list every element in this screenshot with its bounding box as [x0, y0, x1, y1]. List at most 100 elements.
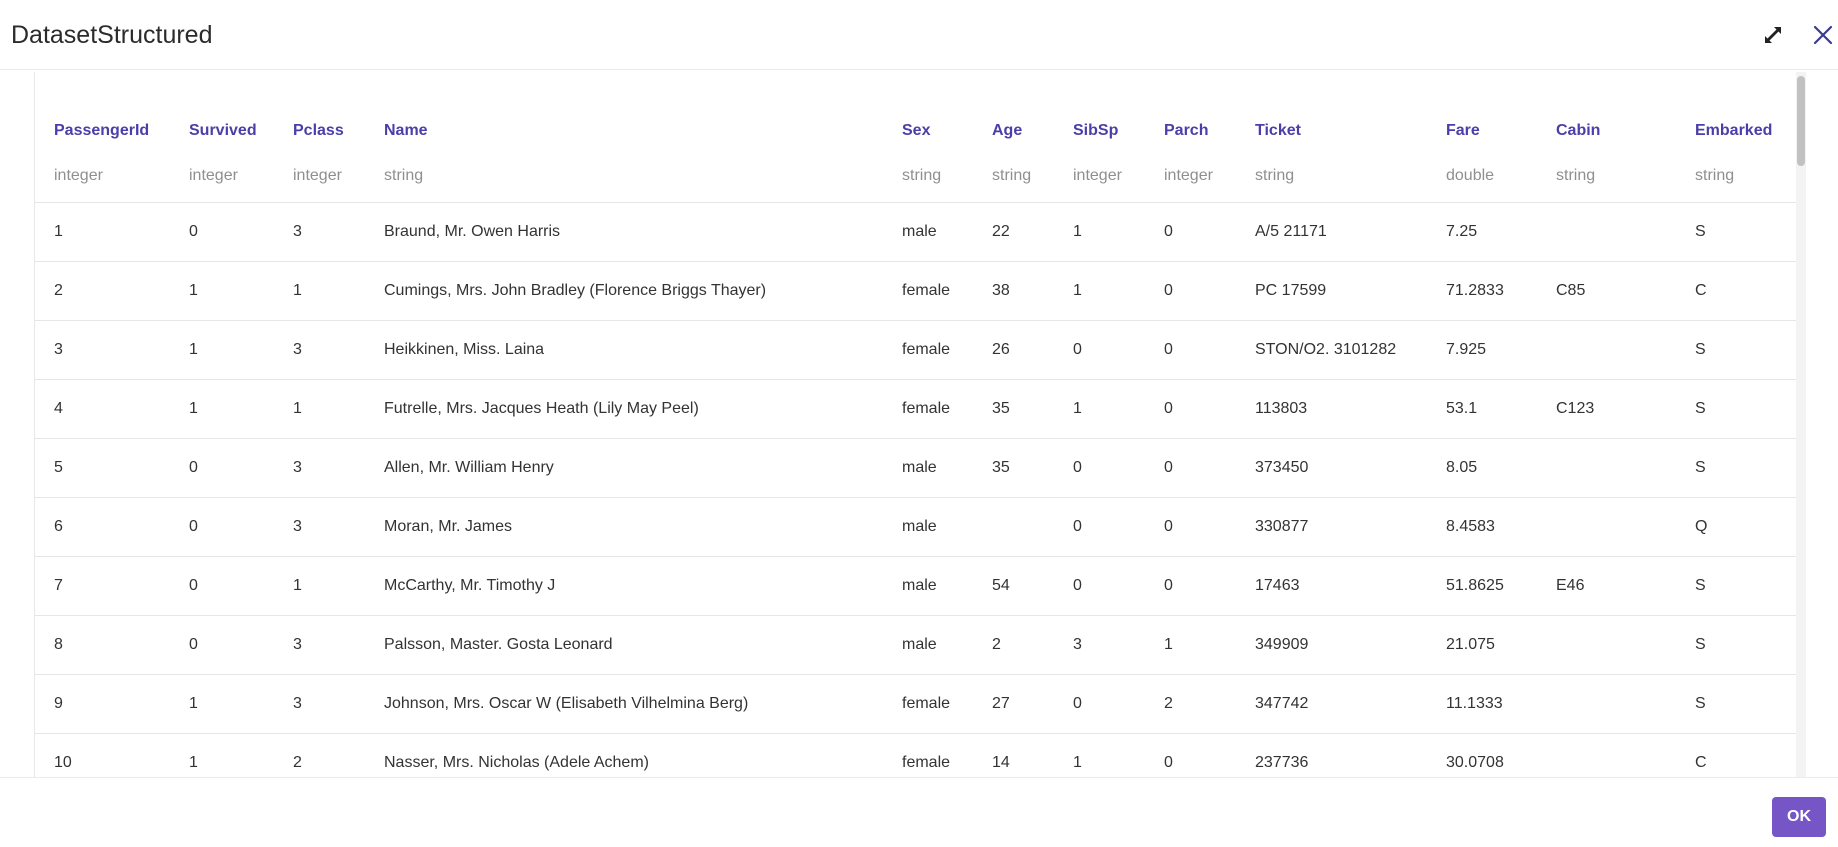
table-cell-survived: 1	[170, 733, 274, 777]
table-cell-name: Palsson, Master. Gosta Leonard	[365, 615, 883, 675]
column-type-sex: string	[883, 150, 973, 203]
table-cell-ticket: 237736	[1236, 733, 1427, 777]
table-cell-cabin	[1537, 674, 1676, 734]
table-row[interactable]: 8 0 3 Palsson, Master. Gosta Leonard male 2 3 1…	[35, 615, 1797, 675]
table-cell-parch: 1	[1145, 615, 1236, 675]
table-cell-cabin	[1537, 320, 1676, 380]
table-cell-cabin	[1537, 497, 1676, 557]
table-row[interactable]: 6 0 3 Moran, Mr. James male 0 0 330877 8.4583 Q	[35, 497, 1797, 557]
table-cell-sex: male	[883, 556, 973, 616]
table-cell-embarked: S	[1676, 674, 1797, 734]
column-header-age[interactable]: Age	[973, 72, 1054, 150]
table-cell-passengerid: 8	[35, 615, 170, 675]
table-cell-cabin: E46	[1537, 556, 1676, 616]
table-cell-sibsp: 0	[1054, 674, 1145, 734]
table-cell-sibsp: 0	[1054, 438, 1145, 498]
table-row[interactable]: 5 0 3 Allen, Mr. William Henry male 35 0 0 37345…	[35, 438, 1797, 498]
table-cell-name: Futrelle, Mrs. Jacques Heath (Lily May P…	[365, 379, 883, 439]
expand-arrows-icon[interactable]	[1760, 22, 1786, 48]
table-row[interactable]: 1 0 3 Braund, Mr. Owen Harris male 22 1 0 A/5 21…	[35, 202, 1797, 262]
table-cell-ticket: 330877	[1236, 497, 1427, 557]
table-cell-cabin	[1537, 202, 1676, 262]
column-header-sibsp[interactable]: SibSp	[1054, 72, 1145, 150]
table-cell-parch: 0	[1145, 438, 1236, 498]
table-cell-parch: 0	[1145, 320, 1236, 380]
table-cell-survived: 0	[170, 438, 274, 498]
table-cell-sex: female	[883, 320, 973, 380]
table-cell-embarked: Q	[1676, 497, 1797, 557]
table-cell-pclass: 3	[274, 202, 365, 262]
column-header-parch[interactable]: Parch	[1145, 72, 1236, 150]
table-cell-age: 26	[973, 320, 1054, 380]
table-cell-pclass: 3	[274, 438, 365, 498]
table-cell-embarked: S	[1676, 556, 1797, 616]
table-row[interactable]: 3 1 3 Heikkinen, Miss. Laina female 26 0 0 STON/…	[35, 320, 1797, 380]
column-header-survived[interactable]: Survived	[170, 72, 274, 150]
table-cell-sex: female	[883, 674, 973, 734]
table-cell-pclass: 3	[274, 674, 365, 734]
vertical-scrollbar[interactable]	[1796, 72, 1806, 777]
table-cell-name: Cumings, Mrs. John Bradley (Florence Bri…	[365, 261, 883, 321]
table-cell-parch: 0	[1145, 202, 1236, 262]
table-cell-fare: 30.0708	[1427, 733, 1537, 777]
table-cell-fare: 51.8625	[1427, 556, 1537, 616]
table-cell-name: Nasser, Mrs. Nicholas (Adele Achem)	[365, 733, 883, 777]
table-row[interactable]: 4 1 1 Futrelle, Mrs. Jacques Heath (Lily Ma…	[35, 379, 1797, 439]
table-cell-sibsp: 1	[1054, 379, 1145, 439]
table-cell-survived: 1	[170, 261, 274, 321]
table-cell-sex: male	[883, 438, 973, 498]
table-cell-cabin: C85	[1537, 261, 1676, 321]
data-grid-container[interactable]: PassengerId Survived Pclass Name Sex Age SibSp…	[34, 72, 1797, 777]
column-type-row: integer integer integer string string string i…	[35, 150, 1797, 203]
dialog-footer: OK	[0, 777, 1838, 847]
table-cell-parch: 0	[1145, 379, 1236, 439]
column-header-cabin[interactable]: Cabin	[1537, 72, 1676, 150]
table-cell-sex: male	[883, 497, 973, 557]
table-row[interactable]: 10 1 2 Nasser, Mrs. Nicholas (Adele Achem) f…	[35, 733, 1797, 777]
column-header-ticket[interactable]: Ticket	[1236, 72, 1427, 150]
table-cell-ticket: PC 17599	[1236, 261, 1427, 321]
table-cell-cabin	[1537, 438, 1676, 498]
table-cell-survived: 1	[170, 379, 274, 439]
table-cell-embarked: S	[1676, 615, 1797, 675]
table-cell-fare: 53.1	[1427, 379, 1537, 439]
table-cell-survived: 0	[170, 556, 274, 616]
table-cell-name: Moran, Mr. James	[365, 497, 883, 557]
table-cell-age: 38	[973, 261, 1054, 321]
table-cell-age: 35	[973, 379, 1054, 439]
close-x-icon[interactable]	[1810, 22, 1836, 48]
column-header-passengerid[interactable]: PassengerId	[35, 72, 170, 150]
column-header-embarked[interactable]: Embarked	[1676, 72, 1797, 150]
table-cell-sex: female	[883, 261, 973, 321]
ok-button[interactable]: OK	[1772, 797, 1826, 837]
column-header-sex[interactable]: Sex	[883, 72, 973, 150]
column-type-passengerid: integer	[35, 150, 170, 203]
table-cell-parch: 0	[1145, 733, 1236, 777]
table-cell-passengerid: 7	[35, 556, 170, 616]
column-header-name[interactable]: Name	[365, 72, 883, 150]
table-cell-age: 22	[973, 202, 1054, 262]
dialog-header: DatasetStructured	[0, 0, 1838, 70]
table-cell-survived: 1	[170, 320, 274, 380]
table-cell-survived: 0	[170, 202, 274, 262]
table-cell-cabin	[1537, 733, 1676, 777]
scrollbar-thumb[interactable]	[1797, 76, 1805, 166]
table-row[interactable]: 2 1 1 Cumings, Mrs. John Bradley (Florence …	[35, 261, 1797, 321]
grid-body: 1 0 3 Braund, Mr. Owen Harris male 22 1 0 A/5 21…	[35, 202, 1797, 777]
table-cell-parch: 0	[1145, 556, 1236, 616]
table-cell-sex: female	[883, 379, 973, 439]
column-type-cabin: string	[1537, 150, 1676, 203]
table-row[interactable]: 9 1 3 Johnson, Mrs. Oscar W (Elisabeth Vilh…	[35, 674, 1797, 734]
table-row[interactable]: 7 0 1 McCarthy, Mr. Timothy Jmale 54 0 0 17463 5…	[35, 556, 1797, 616]
table-cell-name: McCarthy, Mr. Timothy J	[365, 556, 883, 616]
table-cell-passengerid: 4	[35, 379, 170, 439]
table-cell-passengerid: 5	[35, 438, 170, 498]
table-cell-ticket: 17463	[1236, 556, 1427, 616]
table-cell-pclass: 1	[274, 261, 365, 321]
table-cell-passengerid: 6	[35, 497, 170, 557]
column-header-pclass[interactable]: Pclass	[274, 72, 365, 150]
table-cell-fare: 8.4583	[1427, 497, 1537, 557]
table-cell-fare: 7.925	[1427, 320, 1537, 380]
table-cell-age: 27	[973, 674, 1054, 734]
column-header-fare[interactable]: Fare	[1427, 72, 1537, 150]
